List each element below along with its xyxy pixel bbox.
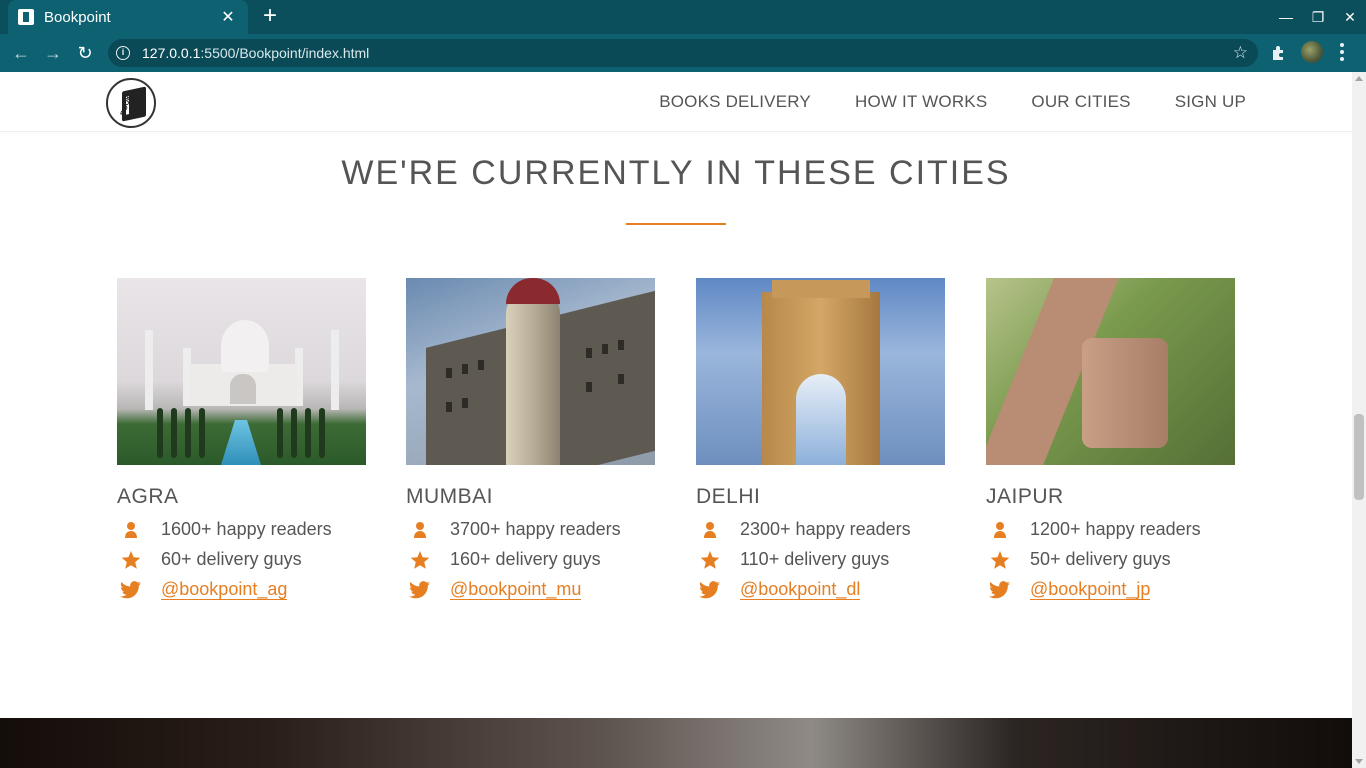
star-icon: [406, 550, 434, 570]
nav-link-how-it-works[interactable]: HOW IT WORKS: [855, 92, 987, 112]
city-name: MUMBAI: [406, 485, 493, 508]
url-text: 127.0.0.1:5500/Bookpoint/index.html: [142, 45, 369, 61]
city-photo-delhi: [696, 278, 945, 465]
delivery-count: 60+ delivery guys: [161, 549, 302, 569]
reload-icon[interactable]: ↻: [72, 40, 98, 66]
nav-link-sign-up[interactable]: SIGN UP: [1175, 92, 1246, 112]
readers-row: 3700+ happy readers: [406, 519, 655, 540]
title-divider: [626, 223, 726, 225]
bookmark-star-icon[interactable]: ☆: [1233, 43, 1248, 63]
new-tab-button[interactable]: +: [258, 4, 282, 28]
star-icon: [117, 550, 145, 570]
readers-count: 1200+ happy readers: [1030, 519, 1201, 539]
browser-tab[interactable]: Bookpoint ✕: [8, 0, 248, 34]
twitter-icon: [117, 580, 145, 599]
delivery-count: 110+ delivery guys: [740, 549, 890, 569]
url-host: 127.0.0.1: [142, 45, 201, 61]
person-icon: [406, 521, 434, 539]
twitter-row: @bookpoint_ag: [117, 579, 366, 600]
scroll-up-arrow-icon[interactable]: [1355, 76, 1363, 81]
scroll-down-arrow-icon[interactable]: [1355, 759, 1363, 764]
browser-menu-icon[interactable]: [1333, 42, 1351, 62]
delivery-row: 60+ delivery guys: [117, 549, 366, 570]
delivery-count: 50+ delivery guys: [1030, 549, 1171, 569]
delivery-row: 160+ delivery guys: [406, 549, 655, 570]
twitter-icon: [986, 580, 1014, 599]
tab-close-icon[interactable]: ✕: [218, 7, 238, 27]
city-card-jaipur: JAIPUR 1200+ happy readers 50+ delivery …: [986, 278, 1235, 600]
readers-count: 3700+ happy readers: [450, 519, 621, 539]
twitter-link[interactable]: @bookpoint_mu: [450, 579, 582, 600]
star-icon: [696, 550, 724, 570]
twitter-link[interactable]: @bookpoint_jp: [1030, 579, 1151, 600]
browser-tab-bar: Bookpoint ✕ + — ❐ ✕: [0, 0, 1366, 34]
nav-link-our-cities[interactable]: OUR CITIES: [1031, 92, 1130, 112]
minimize-icon[interactable]: —: [1270, 0, 1302, 34]
city-card-mumbai: MUMBAI 3700+ happy readers 160+ delivery…: [406, 278, 655, 600]
tab-title: Bookpoint: [44, 8, 111, 26]
extensions-puzzle-icon[interactable]: [1270, 44, 1288, 62]
city-name: JAIPUR: [986, 485, 1064, 508]
twitter-icon: [406, 580, 434, 599]
page-viewport: BOOK BOOKS DELIVERY HOW IT WORKS OUR CIT…: [0, 72, 1352, 768]
readers-count: 2300+ happy readers: [740, 519, 911, 539]
person-icon: [696, 521, 724, 539]
bookpoint-logo[interactable]: BOOK: [106, 78, 156, 128]
back-arrow-icon[interactable]: ←: [8, 40, 34, 66]
star-icon: [986, 550, 1014, 570]
twitter-row: @bookpoint_mu: [406, 579, 655, 600]
delivery-row: 110+ delivery guys: [696, 549, 945, 570]
city-name: AGRA: [117, 485, 179, 508]
delivery-row: 50+ delivery guys: [986, 549, 1235, 570]
page-scrollbar[interactable]: [1352, 72, 1366, 768]
restore-icon[interactable]: ❐: [1302, 0, 1334, 34]
address-bar[interactable]: i 127.0.0.1:5500/Bookpoint/index.html ☆: [108, 39, 1258, 67]
readers-row: 1600+ happy readers: [117, 519, 366, 540]
next-section-background: [0, 718, 1352, 768]
city-card-delhi: DELHI 2300+ happy readers 110+ delivery …: [696, 278, 945, 600]
city-card-agra: AGRA 1600+ happy readers 60+ delivery gu…: [117, 278, 366, 600]
city-photo-agra: [117, 278, 366, 465]
twitter-link[interactable]: @bookpoint_ag: [161, 579, 288, 600]
person-icon: [117, 521, 145, 539]
browser-toolbar: ← → ↻ i 127.0.0.1:5500/Bookpoint/index.h…: [0, 34, 1366, 72]
window-controls: — ❐ ✕: [1270, 0, 1366, 34]
forward-arrow-icon[interactable]: →: [40, 40, 66, 66]
site-navigation: BOOK BOOKS DELIVERY HOW IT WORKS OUR CIT…: [0, 72, 1352, 132]
section-title: WE'RE CURRENTLY IN THESE CITIES: [341, 154, 1011, 192]
site-info-icon[interactable]: i: [116, 46, 130, 60]
readers-row: 1200+ happy readers: [986, 519, 1235, 540]
main-menu: BOOKS DELIVERY HOW IT WORKS OUR CITIES S…: [659, 92, 1246, 112]
profile-avatar[interactable]: [1301, 41, 1323, 63]
city-photo-mumbai: [406, 278, 655, 465]
twitter-row: @bookpoint_dl: [696, 579, 945, 600]
nav-link-books-delivery[interactable]: BOOKS DELIVERY: [659, 92, 811, 112]
readers-count: 1600+ happy readers: [161, 519, 332, 539]
twitter-row: @bookpoint_jp: [986, 579, 1235, 600]
person-icon: [986, 521, 1014, 539]
window-close-icon[interactable]: ✕: [1334, 0, 1366, 34]
scrollbar-thumb[interactable]: [1354, 414, 1364, 500]
twitter-icon: [696, 580, 724, 599]
city-name: DELHI: [696, 485, 761, 508]
readers-row: 2300+ happy readers: [696, 519, 945, 540]
favicon-icon: [18, 9, 34, 25]
city-photo-jaipur: [986, 278, 1235, 465]
url-path: :5500/Bookpoint/index.html: [200, 45, 370, 61]
delivery-count: 160+ delivery guys: [450, 549, 601, 569]
twitter-link[interactable]: @bookpoint_dl: [740, 579, 861, 600]
